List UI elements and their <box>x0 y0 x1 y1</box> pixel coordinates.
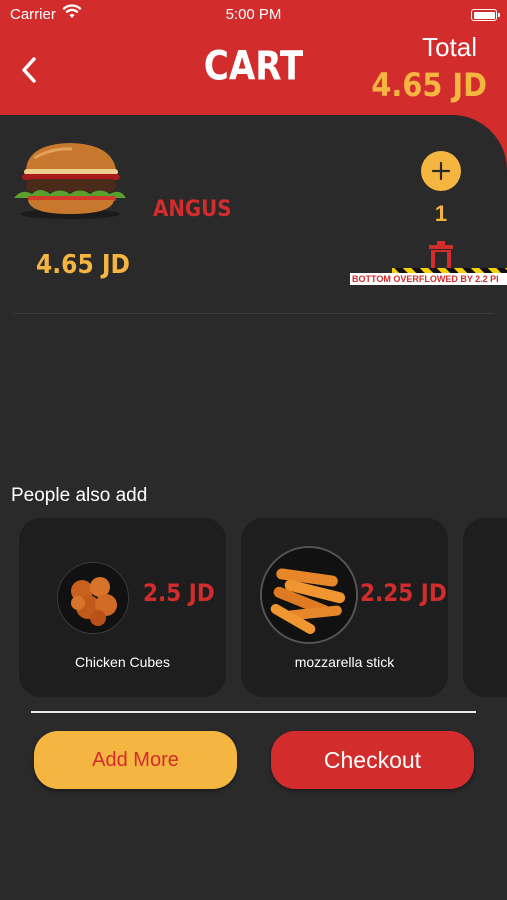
increase-quantity-button[interactable] <box>421 151 461 191</box>
suggestion-card-chicken-cubes[interactable]: 2.5 JD Chicken Cubes <box>19 518 226 697</box>
checkout-button[interactable]: Checkout <box>271 731 474 789</box>
suggestions-heading: People also add <box>11 485 148 506</box>
suggestion-card-mozzarella-stick[interactable]: 2.25 JD mozzarella stick <box>241 518 448 697</box>
suggestion-name: mozzarella stick <box>294 654 395 670</box>
total-label: Total <box>422 32 477 62</box>
clock: 5:00 PM <box>225 6 282 23</box>
cart-item-price: 4.65 JD <box>36 250 130 280</box>
battery-icon <box>471 9 500 21</box>
status-bar: Carrier 5:00 PM <box>0 4 507 24</box>
divider <box>31 711 476 713</box>
mozzarella-stick-image <box>260 546 358 644</box>
cart-item-name: ANGUS <box>153 197 232 222</box>
plus-icon <box>431 161 451 181</box>
suggestion-card-partial[interactable] <box>463 518 507 697</box>
overflow-warning-text: BOTTOM OVERFLOWED BY 2.2 PI <box>350 273 507 285</box>
suggestion-price: 2.5 JD <box>143 579 215 607</box>
suggestion-name: Chicken Cubes <box>75 654 170 670</box>
chicken-cubes-image <box>57 562 129 634</box>
total-value: 4.65 JD <box>371 66 487 104</box>
burger-image <box>12 140 128 220</box>
add-more-button[interactable]: Add More <box>34 731 237 789</box>
divider <box>14 313 494 314</box>
cart-item-quantity: 1 <box>434 201 448 226</box>
overflow-warning: BOTTOM OVERFLOWED BY 2.2 PI <box>350 268 507 285</box>
suggestion-price: 2.25 JD <box>360 579 447 607</box>
